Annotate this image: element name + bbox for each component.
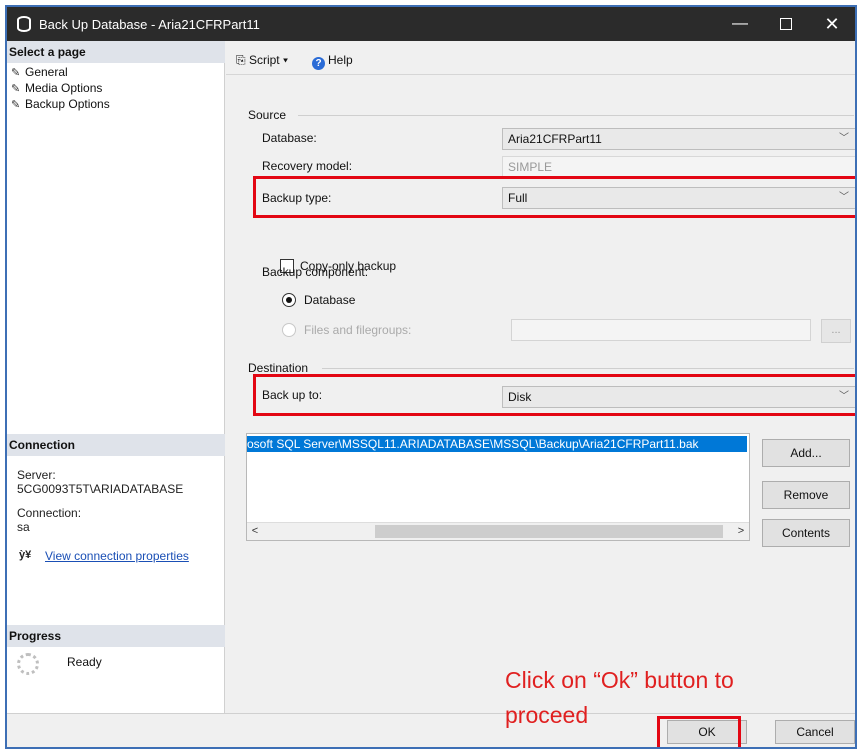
backup-component-text: Backup component: (262, 265, 369, 279)
files-filegroups-input[interactable] (511, 319, 811, 341)
maximize-icon (780, 17, 792, 30)
files-filegroups-label: Files and filegroups: (304, 323, 412, 337)
database-select[interactable]: Aria21CFRPart11 ﹀ (502, 128, 855, 150)
database-radio[interactable] (282, 293, 296, 307)
contents-button[interactable]: Contents (762, 519, 850, 547)
view-connection-properties-link[interactable]: View connection properties (45, 549, 189, 563)
progress-spinner-icon (17, 653, 39, 675)
sidebar-item-label: Backup Options (25, 97, 110, 111)
backup-destination-list[interactable]: osoft SQL Server\MSSQL11.ARIADATABASE\MS… (246, 433, 750, 541)
files-filegroups-radio[interactable] (282, 323, 296, 337)
destination-group-title: Destination (248, 361, 309, 375)
scrollbar-thumb[interactable] (375, 525, 723, 538)
sidebar-item-media-options[interactable]: ✎ Media Options (11, 81, 102, 95)
sidebar: Select a page ✎ General ✎ Media Options ✎ B… (7, 41, 225, 713)
destination-divider (322, 368, 854, 369)
title-bar: Back Up Database - Aria21CFRPart11 — ✕ (7, 7, 855, 41)
add-button[interactable]: Add... (762, 439, 850, 467)
recovery-model-field: SIMPLE (502, 156, 855, 178)
toolbar: ⎘ Script ▾ ? Help (226, 41, 855, 75)
maximize-button[interactable] (763, 7, 809, 41)
window-title: Back Up Database - Aria21CFRPart11 (39, 17, 260, 32)
wrench-icon: ✎ (11, 83, 21, 95)
sidebar-item-label: Media Options (25, 81, 103, 95)
script-label: Script (248, 53, 280, 67)
help-icon: ? (312, 57, 325, 70)
backup-component-label: Backup component: (262, 265, 368, 279)
server-value: 5CG0093T5T\ARIADATABASE (17, 482, 184, 496)
connection-label: Connection: (17, 506, 82, 520)
script-icon: ⎘ (236, 53, 249, 67)
sidebar-item-general[interactable]: ✎ General (11, 65, 68, 79)
minimize-button[interactable]: — (717, 7, 763, 41)
select-page-header: Select a page (7, 41, 225, 63)
database-radio-label: Database (304, 293, 356, 307)
chevron-down-icon: ﹀ (839, 133, 849, 144)
help-label: Help (328, 53, 353, 67)
instruction-annotation: Click on “Ok” button to proceed (505, 667, 734, 728)
wrench-icon: ✎ (11, 99, 21, 111)
recovery-model-label: Recovery model: (262, 159, 353, 173)
chevron-down-icon: ▾ (279, 53, 288, 67)
scroll-left-icon[interactable]: < (247, 523, 263, 540)
sidebar-item-label: General (25, 65, 68, 79)
database-value: Aria21CFRPart11 (508, 132, 602, 146)
close-button[interactable]: ✕ (809, 7, 855, 41)
server-label: Server: (17, 468, 56, 482)
backup-database-window: Back Up Database - Aria21CFRPart11 — ✕ S… (5, 5, 857, 749)
progress-header: Progress (7, 625, 225, 647)
help-button[interactable]: ? Help (312, 53, 353, 70)
list-item[interactable]: osoft SQL Server\MSSQL11.ARIADATABASE\MS… (247, 436, 747, 452)
main-panel: ⎘ Script ▾ ? Help Source Database: Aria21… (226, 41, 855, 713)
source-group-title: Source (248, 108, 287, 122)
source-divider (298, 115, 854, 116)
connection-value: sa (17, 520, 30, 534)
browse-filegroups-button[interactable]: ... (821, 319, 851, 343)
database-label: Database: (262, 131, 317, 145)
connection-properties-icon: ỳ¥ (19, 549, 32, 561)
backup-type-highlight (253, 176, 855, 218)
scroll-right-icon[interactable]: > (733, 523, 749, 540)
script-button[interactable]: ⎘ Script ▾ (236, 53, 288, 68)
sidebar-item-backup-options[interactable]: ✎ Backup Options (11, 97, 110, 111)
horizontal-scrollbar[interactable]: < > (247, 522, 749, 540)
connection-header: Connection (7, 434, 225, 456)
remove-button[interactable]: Remove (762, 481, 850, 509)
database-icon (17, 16, 31, 32)
wrench-icon: ✎ (11, 67, 21, 79)
back-up-to-highlight (253, 374, 855, 416)
progress-status: Ready (67, 655, 102, 669)
